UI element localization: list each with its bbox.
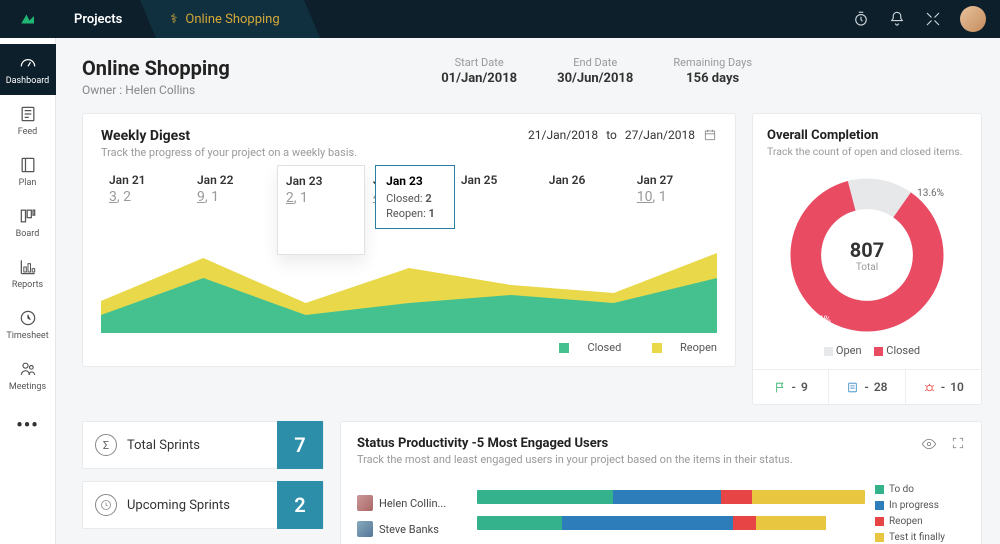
day-cell[interactable]: Jan 26 [541,169,629,217]
weekly-subtitle: Track the progress of your project on a … [101,146,357,159]
user-list: Helen Collin... Steve Banks [357,490,467,542]
stat-bugs[interactable]: - 10 [906,370,981,404]
day-cell-hover[interactable]: Jan 232, 1 [277,165,365,255]
sprint-total-icon: Σ [95,434,117,456]
open-pct-label: 13.6% [917,188,944,199]
sprint-label: Upcoming Sprints [127,498,277,513]
nav-plan[interactable]: Plan [0,146,56,197]
plan-icon [18,155,38,175]
left-nav: Dashboard Feed Plan Board Reports Timesh… [0,38,56,544]
nav-more[interactable]: ••• [16,405,38,446]
completion-legend: Open Closed [767,344,967,357]
day-cell[interactable]: Jan 2710, 1 [629,169,717,217]
weekly-legend: Closed Reopen [101,341,717,354]
productivity-subtitle: Track the most and least engaged users i… [357,453,793,466]
user-avatar[interactable] [960,6,986,32]
productivity-card: Status Productivity -5 Most Engaged User… [340,421,982,544]
total-sprints-card[interactable]: Σ Total Sprints 7 [82,421,324,469]
nav-label: Timesheet [6,331,48,341]
flag-icon [774,381,787,394]
completion-donut: 807 Total 13.6% 86.4% [782,170,952,340]
reports-icon [18,257,38,277]
upcoming-sprints-card[interactable]: Upcoming Sprints 2 [82,481,324,529]
weekly-title: Weekly Digest [101,128,357,144]
completion-card: Overall Completion Track the count of op… [752,113,982,405]
productivity-legend: To do In progress Reopen Test it finally [875,484,965,544]
projects-tab[interactable]: Projects [56,0,140,38]
topbar-actions [852,6,1000,32]
start-date: Start Date 01/Jan/2018 [441,56,517,86]
gauge-icon [18,53,38,73]
feed-icon [18,104,38,124]
bar-row [477,490,865,504]
expand-icon[interactable] [951,436,965,450]
day-cell[interactable]: Jan 213, 2 [101,169,189,217]
bar-row [477,516,865,530]
day-cell[interactable]: Jan 25 [453,169,541,217]
meetings-icon [18,359,38,379]
clock-icon [18,308,38,328]
doc-icon [846,381,859,394]
eye-icon[interactable] [921,436,937,452]
sprint-count: 2 [277,481,323,529]
project-icon: ⚕ [170,12,177,27]
user-row[interactable]: Steve Banks [357,516,467,542]
nav-label: Feed [18,127,38,137]
stat-milestones[interactable]: - 9 [753,370,829,404]
completion-stats: - 9 - 28 - 10 [753,369,981,404]
stat-tasks[interactable]: - 28 [829,370,905,404]
day-tooltip: Jan 23 Closed: 2 Reopen: 1 [375,165,455,229]
bug-icon [923,381,936,394]
day-cell[interactable]: Jan 229, 1 [189,169,277,217]
avatar-icon [357,495,373,511]
logo-bird-icon [19,10,37,28]
stacked-bars [477,490,865,542]
nav-label: Board [16,229,40,239]
topbar: Projects ⚕ Online Shopping [0,0,1000,38]
calendar-icon [703,128,717,142]
closed-pct-label: 86.4% [804,315,831,326]
nav-dashboard[interactable]: Dashboard [0,44,56,95]
breadcrumb[interactable]: ⚕ Online Shopping [140,0,303,38]
nav-meetings[interactable]: Meetings [0,350,56,401]
nav-label: Reports [12,280,43,290]
app-logo[interactable] [0,0,56,38]
nav-reports[interactable]: Reports [0,248,56,299]
user-row[interactable]: Helen Collin... [357,490,467,516]
weekly-area-chart [101,223,717,333]
tools-icon[interactable] [924,10,942,28]
date-range-picker[interactable]: 21/Jan/2018 to 27/Jan/2018 [528,128,717,142]
nav-label: Dashboard [6,76,50,86]
breadcrumb-label: Online Shopping [185,12,279,27]
avatar-icon [357,521,373,537]
nav-label: Plan [19,178,37,188]
productivity-title: Status Productivity -5 Most Engaged User… [357,436,793,451]
project-header: Online Shopping Owner : Helen Collins St… [82,56,982,97]
timer-icon[interactable] [852,10,870,28]
weekly-digest-card: Weekly Digest Track the progress of your… [82,113,736,367]
nav-timesheet[interactable]: Timesheet [0,299,56,350]
nav-feed[interactable]: Feed [0,95,56,146]
project-owner: Owner : Helen Collins [82,83,230,97]
nav-board[interactable]: Board [0,197,56,248]
end-date: End Date 30/Jun/2018 [557,56,633,86]
sprint-count: 7 [277,421,323,469]
sprint-label: Total Sprints [127,438,277,453]
completion-subtitle: Track the count of open and closed items… [767,145,967,158]
board-icon [18,206,38,226]
day-headers: Jan 213, 2 Jan 229, 1 Jan 232, 1 Jan 244… [101,169,717,217]
bell-icon[interactable] [888,10,906,28]
completion-title: Overall Completion [767,128,967,143]
sprint-upcoming-icon [95,494,117,516]
project-title: Online Shopping [82,56,230,80]
nav-label: Meetings [9,382,46,392]
remaining-days: Remaining Days 156 days [673,56,752,86]
